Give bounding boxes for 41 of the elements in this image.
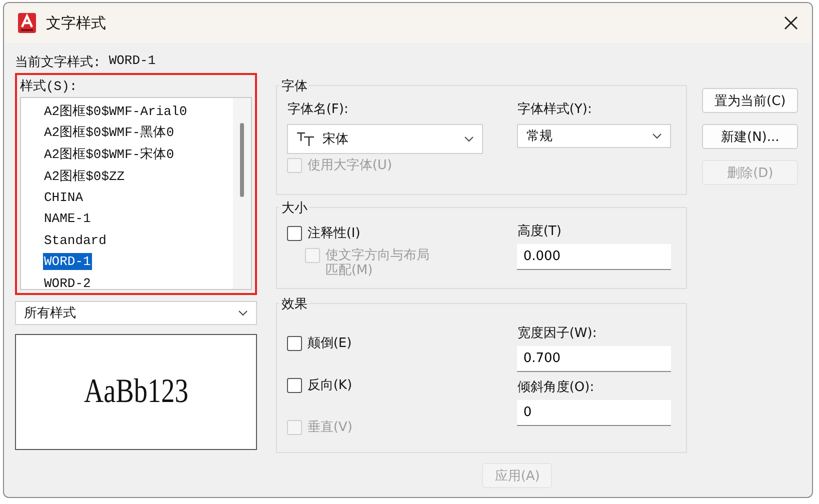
style-item[interactable]: NAME-1 [43,210,92,228]
style-item[interactable]: A2图框$0$WMF-Arial0 [43,100,188,121]
group-title: 字体 [279,77,310,95]
effect-checkbox[interactable]: 反向(K) [287,374,484,396]
current-style-label: 当前文字样式: [15,54,101,72]
filter-dropdown[interactable]: 所有样式 [15,301,258,325]
annotative-checkbox[interactable]: 注释性(I) [287,222,484,244]
app-icon [18,13,36,33]
oblique-angle-field[interactable]: 0 [517,400,672,426]
font-name-dropdown[interactable]: 宋体 [287,124,484,154]
field-label: 倾斜角度(O): [517,379,596,397]
style-item[interactable]: WORD-1 [43,253,92,270]
styles-label: 样式(S): [20,78,78,96]
width-factor-field[interactable]: 0.700 [517,346,672,372]
height-field[interactable]: 0.000 [517,244,672,270]
field-label: 字体样式(Y): [517,101,593,119]
close-icon[interactable] [784,16,798,30]
truetype-icon [296,131,316,147]
window-title: 文字样式 [46,14,107,32]
style-item[interactable]: Standard [43,232,108,249]
style-item[interactable]: A2图框$0$WMF-黑体0 [43,122,176,142]
chevron-down-icon [238,310,248,316]
scrollbar-thumb[interactable] [240,123,244,197]
style-item[interactable]: A2图框$0$WMF-宋体0 [43,144,176,164]
chevron-down-icon [652,133,662,139]
action-button[interactable]: 置为当前(C) [702,88,798,113]
field-label: 宽度因子(W): [517,325,598,343]
action-button[interactable]: 新建(N)... [702,124,798,149]
group-title: 大小 [279,199,310,217]
chevron-down-icon [464,136,474,142]
effect-checkbox[interactable]: 颠倒(E) [287,332,484,354]
styles-list[interactable]: A2图框$0$WMF-Arial0 A2图框$0$WMF-黑体0 A2图框$0$WMF-宋体0 A2图框$0$ZZ CHINA NAME-1 Standard WORD-1 WORD-2 [20,97,252,290]
preview-text: AaBb123 [84,373,188,411]
field-label: 高度(T) [517,223,562,241]
style-item[interactable]: WORD-2 [43,275,92,289]
group-title: 效果 [279,295,310,313]
current-style-value: WORD-1 [108,53,156,70]
style-item[interactable]: CHINA [43,188,84,206]
field-label: 字体名(F): [287,101,350,119]
font-style-dropdown[interactable]: 常规 [517,124,672,148]
style-item[interactable]: A2图框$0$ZZ [43,166,126,186]
